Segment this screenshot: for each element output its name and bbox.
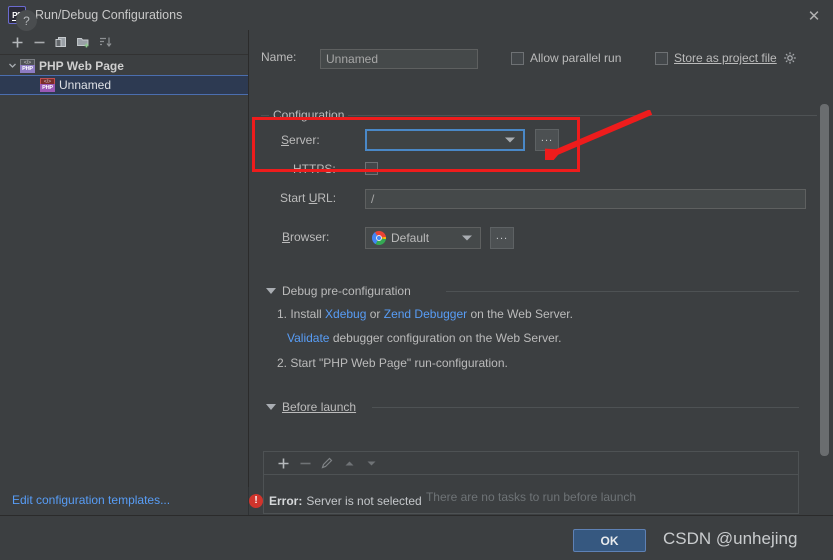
start-url-input[interactable]: / bbox=[365, 189, 806, 209]
start-url-value: / bbox=[371, 192, 375, 206]
debug-pre-configuration-header[interactable]: Debug pre-configuration bbox=[266, 284, 411, 298]
allow-parallel-run-label: Allow parallel run bbox=[530, 51, 622, 65]
configuration-group-title: Configuration bbox=[269, 108, 349, 122]
configurations-tree: </> PHP PHP Web Page </> PHP Unnamed bbox=[0, 56, 248, 514]
status-bar: ! Error: Server is not selected bbox=[249, 494, 422, 508]
run-debug-configurations-dialog: PS Run/Debug Configurations ✕ bbox=[0, 0, 833, 560]
browser-combobox-value: Default bbox=[391, 231, 430, 245]
name-input[interactable]: Unnamed bbox=[320, 49, 478, 69]
sidebar-toolbar bbox=[0, 30, 248, 55]
before-launch-header[interactable]: Before launch bbox=[266, 400, 356, 414]
error-message: Server is not selected bbox=[306, 494, 422, 508]
debug-section-divider bbox=[446, 291, 799, 292]
browser-label-wrap: Browser: bbox=[282, 230, 329, 244]
debug-pre-configuration-title: Debug pre-configuration bbox=[282, 284, 411, 298]
scrollbar-thumb[interactable] bbox=[820, 104, 829, 456]
browser-browse-button[interactable]: ... bbox=[490, 227, 514, 249]
browser-label: Browser: bbox=[282, 230, 330, 244]
gear-icon[interactable] bbox=[783, 51, 797, 65]
browser-combobox[interactable]: Default bbox=[365, 227, 481, 249]
triangle-down-icon bbox=[266, 288, 276, 294]
tree-group-label: PHP Web Page bbox=[39, 58, 124, 73]
server-combobox[interactable] bbox=[365, 129, 525, 151]
error-label: Error: bbox=[269, 494, 303, 508]
server-label-wrap: Server: bbox=[281, 133, 320, 147]
watermark: CSDN @unhejing bbox=[663, 529, 798, 548]
move-task-up-button[interactable] bbox=[338, 453, 360, 473]
triangle-down-icon bbox=[266, 404, 276, 410]
error-icon: ! bbox=[249, 494, 263, 508]
validate-link[interactable]: Validate bbox=[287, 331, 329, 345]
page-title: Run/Debug Configurations bbox=[35, 8, 183, 22]
chrome-icon bbox=[372, 231, 386, 245]
remove-task-button[interactable] bbox=[294, 453, 316, 473]
https-checkbox[interactable] bbox=[365, 162, 378, 175]
configurations-sidebar: </> PHP PHP Web Page </> PHP Unnamed Edit … bbox=[0, 30, 249, 514]
store-as-project-file-label: Store as project file bbox=[674, 51, 777, 65]
start-url-label-wrap: Start URL: bbox=[280, 191, 336, 205]
configuration-group: Configuration Server: ... HTTPS: Start U… bbox=[261, 108, 817, 308]
chevron-down-icon bbox=[505, 137, 515, 143]
allow-parallel-run-checkbox[interactable] bbox=[511, 51, 524, 65]
debug-step-1-mid: or bbox=[366, 307, 384, 321]
server-label: Server: bbox=[281, 133, 320, 147]
https-label: HTTPS: bbox=[293, 162, 336, 176]
before-launch-title: Before launch bbox=[282, 400, 357, 414]
debug-step-validate-suffix: debugger configuration on the Web Server… bbox=[329, 331, 562, 345]
remove-configuration-button[interactable] bbox=[28, 32, 50, 52]
dialog-title-bar: PS Run/Debug Configurations ✕ bbox=[0, 0, 833, 31]
add-configuration-button[interactable] bbox=[6, 32, 28, 52]
start-url-label: Start URL: bbox=[280, 191, 337, 205]
sort-configurations-button[interactable] bbox=[94, 32, 116, 52]
debug-step-1-prefix: 1. Install bbox=[277, 307, 326, 321]
name-label: Name: bbox=[261, 50, 297, 64]
add-task-button[interactable] bbox=[272, 453, 294, 473]
close-icon[interactable]: ✕ bbox=[805, 7, 823, 25]
edit-task-button[interactable] bbox=[316, 453, 338, 473]
php-web-page-icon: </> PHP bbox=[20, 58, 35, 73]
php-web-page-icon: </> PHP bbox=[40, 78, 55, 92]
name-input-value: Unnamed bbox=[326, 52, 379, 66]
tree-item-label: Unnamed bbox=[59, 78, 112, 92]
configuration-form: Name: Unnamed Allow parallel run Store a… bbox=[249, 30, 833, 514]
xdebug-link[interactable]: Xdebug bbox=[325, 307, 366, 321]
debug-step-1: 1. Install Xdebug or Zend Debugger on th… bbox=[277, 307, 573, 321]
before-launch-toolbar bbox=[264, 452, 798, 475]
allow-parallel-run-checkbox-row[interactable]: Allow parallel run bbox=[511, 51, 621, 65]
tree-item-unnamed[interactable]: </> PHP Unnamed bbox=[0, 75, 248, 95]
copy-configuration-button[interactable] bbox=[50, 32, 72, 52]
move-task-down-button[interactable] bbox=[360, 453, 382, 473]
debug-step-1-suffix: on the Web Server. bbox=[467, 307, 573, 321]
tree-group-php-web-page[interactable]: </> PHP PHP Web Page bbox=[0, 56, 248, 75]
help-button[interactable]: ? bbox=[16, 10, 37, 31]
vertical-scrollbar[interactable] bbox=[820, 62, 829, 514]
zend-debugger-link[interactable]: Zend Debugger bbox=[384, 307, 467, 321]
debug-step-2: 2. Start "PHP Web Page" run-configuratio… bbox=[277, 356, 508, 370]
store-as-project-file-checkbox[interactable] bbox=[655, 51, 668, 65]
debug-step-validate: Validate debugger configuration on the W… bbox=[287, 331, 561, 345]
save-configuration-button[interactable] bbox=[72, 32, 94, 52]
chevron-down-icon bbox=[462, 235, 472, 241]
server-browse-button[interactable]: ... bbox=[535, 129, 559, 151]
before-launch-divider bbox=[372, 407, 799, 408]
store-as-project-file-checkbox-row[interactable]: Store as project file bbox=[655, 51, 797, 65]
name-row: Name: bbox=[261, 50, 296, 64]
edit-configuration-templates-link[interactable]: Edit configuration templates... bbox=[12, 493, 170, 507]
chevron-down-icon[interactable] bbox=[6, 60, 18, 72]
ok-button[interactable]: OK bbox=[573, 529, 646, 552]
https-label-wrap: HTTPS: bbox=[293, 162, 336, 176]
